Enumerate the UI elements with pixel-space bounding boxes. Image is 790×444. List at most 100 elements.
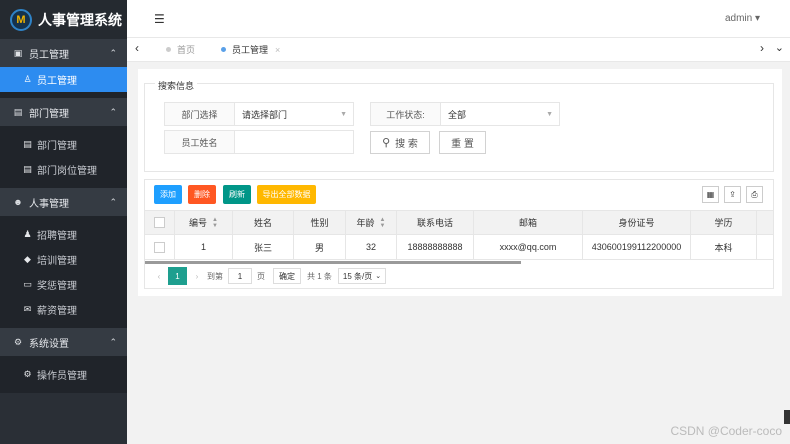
data-table-panel: 添加 删除 刷新 导出全部数据 ▦ ⇪ ⎙ 编号 ▲ ▼ 姓名 性别 年龄 ▲ ▼ 联系… bbox=[144, 179, 774, 289]
tab-dot-icon bbox=[221, 47, 226, 52]
sort-icon[interactable]: ▲ ▼ bbox=[212, 217, 218, 229]
col-header-email: 邮箱 bbox=[474, 211, 583, 234]
tab-employee[interactable]: 员工管理 × bbox=[221, 43, 280, 56]
dept-value: 请选择部门 bbox=[242, 109, 288, 120]
app-title: 人事管理系统 bbox=[38, 11, 122, 28]
chevron-up-icon: ⌃ bbox=[109, 337, 117, 347]
reset-button[interactable]: 重 置 bbox=[439, 131, 486, 154]
address-card-icon: ▤ bbox=[13, 106, 23, 117]
sidebar-item-department-position[interactable]: ▤ 部门岗位管理 bbox=[0, 157, 127, 182]
goto-confirm-button[interactable]: 确定 bbox=[273, 268, 301, 284]
user-menu[interactable]: admin ▾ bbox=[725, 13, 760, 24]
select-all-checkbox[interactable] bbox=[154, 217, 165, 228]
sort-icon[interactable]: ▲ ▼ bbox=[380, 217, 386, 229]
dept-select[interactable]: 部门选择 请选择部门 ▼ bbox=[164, 102, 354, 126]
page-input[interactable]: 1 bbox=[228, 268, 252, 284]
print-icon[interactable]: ⎙ bbox=[746, 186, 763, 203]
tab-dot-icon bbox=[166, 47, 171, 52]
table-header: 编号 ▲ ▼ 姓名 性别 年龄 ▲ ▼ 联系电话 邮箱 身份证号 学历 bbox=[145, 210, 773, 235]
name-input[interactable] bbox=[235, 131, 353, 153]
col-header-name: 姓名 bbox=[233, 211, 294, 234]
add-button[interactable]: 添加 bbox=[154, 185, 182, 204]
cell-gender: 男 bbox=[294, 235, 346, 259]
page-size-select[interactable]: 15 条/页 ⌄ bbox=[337, 268, 387, 284]
search-legend: 搜索信息 bbox=[155, 79, 198, 92]
page-current[interactable]: 1 bbox=[168, 267, 187, 285]
logo: M 人事管理系统 bbox=[0, 0, 127, 39]
nav-group-employee[interactable]: ▣ 员工管理 ⌃ bbox=[0, 39, 127, 67]
col-header-gender: 性别 bbox=[294, 211, 346, 234]
id-card-icon: ▣ bbox=[13, 47, 23, 58]
user-plus-icon: ♟ bbox=[23, 229, 32, 239]
cell-education: 本科 bbox=[691, 235, 757, 259]
address-card-icon: ▤ bbox=[23, 139, 32, 149]
app-root: M 人事管理系统 ▣ 员工管理 ⌃ ♙ 员工管理 ▤ 部门管理 ⌃ ▤ 部门管理 bbox=[0, 0, 790, 444]
status-select[interactable]: 工作状态: 全部 ▼ bbox=[370, 102, 560, 126]
export-icon[interactable]: ⇪ bbox=[724, 186, 741, 203]
tab-prev-icon[interactable]: ‹ bbox=[135, 41, 139, 55]
cell-email: xxxx@qq.com bbox=[474, 235, 583, 259]
col-header-idcard: 身份证号 bbox=[583, 211, 691, 234]
delete-button[interactable]: 删除 bbox=[188, 185, 216, 204]
tab-home[interactable]: 首页 bbox=[166, 43, 195, 56]
cell-idcard: 430600199112200000 bbox=[583, 235, 691, 259]
chevron-down-icon[interactable]: ⌄ bbox=[775, 41, 784, 54]
envelope-icon: ✉ bbox=[23, 304, 32, 314]
columns-icon[interactable]: ▦ bbox=[702, 186, 719, 203]
sidebar-item-recruitment[interactable]: ♟ 招聘管理 bbox=[0, 222, 127, 247]
col-header-age[interactable]: 年龄 ▲ ▼ bbox=[346, 211, 397, 234]
nav-group-department[interactable]: ▤ 部门管理 ⌃ bbox=[0, 98, 127, 126]
name-label: 员工姓名 bbox=[165, 131, 235, 153]
chevron-up-icon: ⌃ bbox=[109, 197, 117, 207]
tab-bar: ‹ 首页 员工管理 × › ⌄ bbox=[127, 38, 790, 62]
chevron-up-icon: ⌃ bbox=[109, 107, 117, 117]
export-all-button[interactable]: 导出全部数据 bbox=[257, 185, 316, 204]
caret-down-icon: ▼ bbox=[546, 111, 553, 118]
sidebar-item-operator[interactable]: ⚙ 操作员管理 bbox=[0, 362, 127, 387]
logo-icon: M bbox=[10, 8, 32, 31]
tab-next-icon[interactable]: › bbox=[760, 41, 764, 55]
content-panel: 搜索信息 部门选择 请选择部门 ▼ 工作状态: 全部 ▼ 员工姓名 ⚲ 搜 索 … bbox=[138, 69, 782, 296]
nav-group-personnel[interactable]: ☻ 人事管理 ⌃ bbox=[0, 188, 127, 216]
table-row[interactable]: 1 张三 男 32 18888888888 xxxx@qq.com 430600… bbox=[145, 235, 773, 260]
name-field[interactable]: 员工姓名 bbox=[164, 130, 354, 154]
cell-phone: 18888888888 bbox=[397, 235, 474, 259]
monitor-icon: ▭ bbox=[23, 279, 32, 289]
pagination: ‹ 1 › 到第 1 页 确定 共 1 条 15 条/页 ⌄ bbox=[150, 267, 387, 285]
sidebar: M 人事管理系统 ▣ 员工管理 ⌃ ♙ 员工管理 ▤ 部门管理 ⌃ ▤ 部门管理 bbox=[0, 0, 127, 444]
caret-down-icon: ▼ bbox=[340, 111, 347, 118]
chevron-up-icon: ⌃ bbox=[109, 48, 117, 58]
sidebar-item-salary[interactable]: ✉ 薪资管理 bbox=[0, 297, 127, 322]
sidebar-item-training[interactable]: ◆ 培训管理 bbox=[0, 247, 127, 272]
refresh-button[interactable]: 刷新 bbox=[223, 185, 251, 204]
dept-label: 部门选择 bbox=[165, 103, 235, 125]
page-prev-icon[interactable]: ‹ bbox=[150, 267, 168, 285]
close-icon[interactable]: × bbox=[275, 45, 280, 55]
cogs-icon: ⚙ bbox=[23, 369, 32, 379]
cell-name: 张三 bbox=[233, 235, 294, 259]
col-header-id[interactable]: 编号 ▲ ▼ bbox=[175, 211, 233, 234]
sidebar-item-rewards[interactable]: ▭ 奖惩管理 bbox=[0, 272, 127, 297]
graduation-cap-icon: ◆ bbox=[24, 254, 31, 264]
person-icon: ♙ bbox=[23, 74, 32, 84]
menu-toggle-icon[interactable]: ☰ bbox=[154, 12, 165, 26]
row-select-cell bbox=[145, 235, 175, 259]
select-all-cell bbox=[145, 211, 175, 234]
cogs-icon: ⚙ bbox=[13, 336, 23, 347]
search-fieldset: 搜索信息 部门选择 请选择部门 ▼ 工作状态: 全部 ▼ 员工姓名 ⚲ 搜 索 … bbox=[144, 79, 774, 172]
sidebar-item-department[interactable]: ▤ 部门管理 bbox=[0, 132, 127, 157]
cell-id: 1 bbox=[175, 235, 233, 259]
scrollbar-thumb[interactable] bbox=[145, 261, 521, 264]
total-count: 共 1 条 bbox=[307, 271, 332, 281]
page-next-icon[interactable]: › bbox=[187, 267, 207, 285]
topbar: ☰ admin ▾ bbox=[127, 0, 790, 38]
edge-marker bbox=[784, 410, 790, 424]
search-button[interactable]: ⚲ 搜 索 bbox=[370, 131, 430, 154]
sidebar-item-employee[interactable]: ♙ 员工管理 bbox=[0, 67, 127, 92]
status-value: 全部 bbox=[448, 109, 467, 120]
cell-age: 32 bbox=[346, 235, 397, 259]
row-checkbox[interactable] bbox=[154, 241, 165, 253]
nav-group-settings[interactable]: ⚙ 系统设置 ⌃ bbox=[0, 328, 127, 356]
horizontal-scrollbar[interactable] bbox=[145, 260, 773, 265]
search-icon: ⚲ bbox=[382, 137, 391, 149]
